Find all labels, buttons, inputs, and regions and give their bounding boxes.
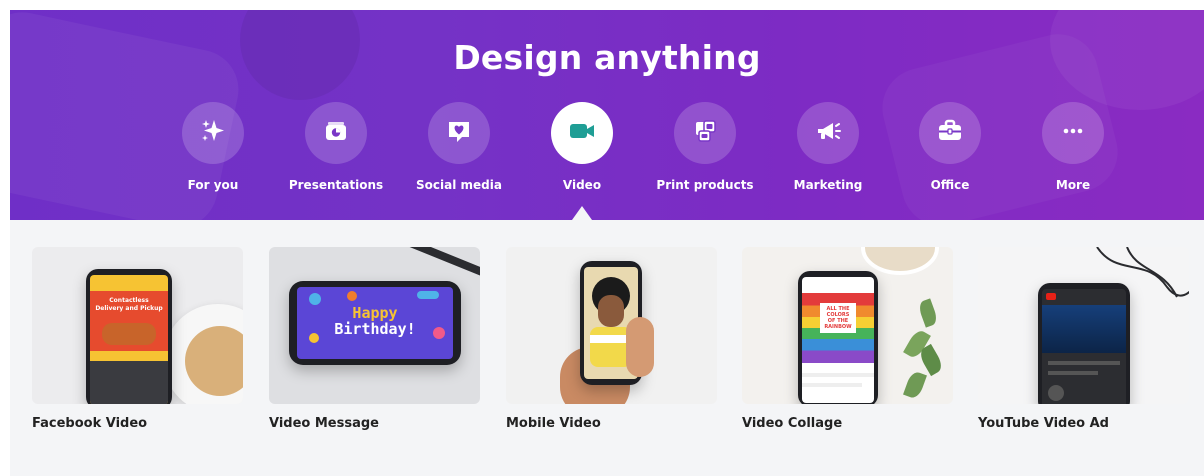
category-print-products[interactable]: Print products: [645, 102, 765, 192]
category-icon-circle: [797, 102, 859, 164]
page: Design anything For you Presentations So…: [0, 0, 1204, 476]
template-card-facebook-video[interactable]: Contactless Delivery and Pickup Facebook…: [32, 247, 243, 431]
promo-text: Contactless Delivery and Pickup: [95, 297, 163, 312]
category-icon-circle: [182, 102, 244, 164]
sparkle-icon: [198, 116, 228, 150]
person-face: [598, 295, 624, 327]
video-controls: [90, 361, 168, 404]
category-office[interactable]: Office: [890, 102, 1010, 192]
phone-mockup: ALL THE COLORS OF THE RAINBOW: [798, 271, 878, 404]
briefcase-icon: [935, 116, 965, 150]
pen-image: [401, 247, 480, 278]
template-gallery: Contactless Delivery and Pickup Facebook…: [10, 220, 1204, 476]
confetti-dot: [417, 291, 439, 299]
category-for-you[interactable]: For you: [153, 102, 273, 192]
category-presentations[interactable]: Presentations: [276, 102, 396, 192]
category-label: Marketing: [793, 178, 863, 192]
placeholder-line: [802, 373, 874, 377]
finger-image: [626, 317, 654, 377]
category-marketing[interactable]: Marketing: [768, 102, 888, 192]
phone-screen: ALL THE COLORS OF THE RAINBOW: [802, 277, 874, 403]
more-dots-icon: [1058, 116, 1088, 150]
template-thumbnail[interactable]: [978, 247, 1189, 404]
presentation-icon: [321, 116, 351, 150]
confetti-dot: [309, 293, 321, 305]
collage-text: ALL THE COLORS OF THE RAINBOW: [820, 303, 856, 333]
phone-mockup: Contactless Delivery and Pickup: [86, 269, 172, 404]
category-icon-circle: [919, 102, 981, 164]
template-card-label: Facebook Video: [32, 416, 148, 431]
category-nav: For you Presentations Social media Video…: [10, 102, 1204, 220]
category-label: Video: [562, 178, 602, 192]
phone-mockup: [1038, 283, 1130, 404]
category-label: Office: [930, 178, 970, 192]
template-card-label: Mobile Video: [506, 416, 601, 431]
phone-screen: Happy Birthday!: [297, 287, 453, 359]
template-card-youtube-video-ad[interactable]: YouTube Video Ad: [978, 247, 1189, 431]
mug-image: [861, 247, 939, 275]
template-card-mobile-video[interactable]: Mobile Video: [506, 247, 717, 431]
template-card-label: Video Collage: [742, 416, 843, 431]
placeholder-line: [802, 383, 862, 387]
template-thumbnail[interactable]: Happy Birthday!: [269, 247, 480, 404]
print-cards-icon: [690, 116, 720, 150]
phone-landscape-mockup: Happy Birthday!: [289, 281, 461, 365]
category-label: Print products: [656, 178, 754, 192]
phone-screen: [1042, 289, 1126, 404]
phone-screen: Contactless Delivery and Pickup: [90, 275, 168, 404]
youtube-logo-icon: [1046, 293, 1056, 300]
category-label: Social media: [416, 178, 502, 192]
category-icon-circle: [305, 102, 367, 164]
food-image: [102, 323, 156, 345]
template-card-video-collage[interactable]: ALL THE COLORS OF THE RAINBOW Video Coll…: [742, 247, 953, 431]
template-card-label: Video Message: [269, 416, 379, 431]
heart-chat-icon: [444, 116, 474, 150]
channel-avatar: [1048, 385, 1064, 401]
hero-banner: Design anything For you Presentations So…: [10, 10, 1204, 220]
category-label: Presentations: [288, 178, 384, 192]
template-thumbnail[interactable]: Contactless Delivery and Pickup: [32, 247, 243, 404]
plant-image: [903, 290, 945, 400]
category-icon-circle: [551, 102, 613, 164]
template-card-label: YouTube Video Ad: [978, 416, 1109, 431]
megaphone-icon: [813, 116, 843, 150]
video-camera-icon: [566, 116, 598, 150]
confetti-dot: [347, 291, 357, 301]
category-more[interactable]: More: [1013, 102, 1133, 192]
category-label: More: [1055, 178, 1091, 192]
category-icon-circle: [674, 102, 736, 164]
video-ad-frame: [1042, 305, 1126, 353]
template-card-video-message[interactable]: Happy Birthday! Video Message: [269, 247, 480, 431]
category-video[interactable]: Video: [522, 102, 642, 220]
hero-title: Design anything: [453, 38, 761, 77]
category-social-media[interactable]: Social media: [399, 102, 519, 192]
template-thumbnail[interactable]: [506, 247, 717, 404]
placeholder-line: [1048, 371, 1098, 375]
template-thumbnail[interactable]: ALL THE COLORS OF THE RAINBOW: [742, 247, 953, 404]
category-icon-circle: [428, 102, 490, 164]
active-indicator-caret: [572, 206, 592, 220]
placeholder-line: [1048, 361, 1120, 365]
category-label: For you: [187, 178, 239, 192]
category-icon-circle: [1042, 102, 1104, 164]
greeting-text: Happy Birthday!: [334, 304, 416, 338]
